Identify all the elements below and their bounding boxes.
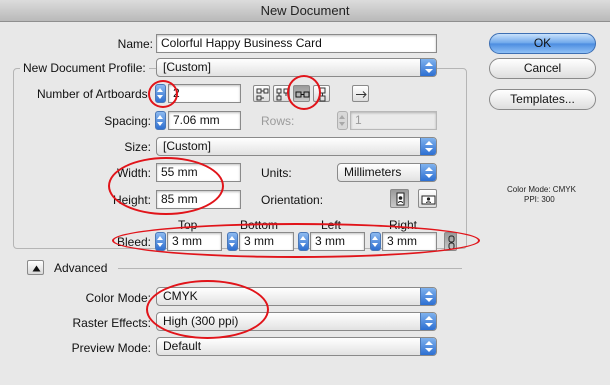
profile-label: New Document Profile: — [20, 61, 149, 75]
raster-effects-label: Raster Effects: — [72, 316, 151, 330]
profile-select[interactable]: [Custom] — [156, 58, 437, 77]
select-arrows-icon — [420, 313, 436, 330]
width-field[interactable]: 55 mm — [156, 163, 241, 182]
spacing-stepper[interactable] — [155, 111, 166, 130]
bleed-bottom-field[interactable]: 3 mm — [239, 232, 294, 251]
units-select-value: Millimeters — [344, 165, 402, 179]
height-label: Height: — [112, 193, 151, 207]
orientation-label: Orientation: — [261, 193, 324, 207]
bleed-bottom-stepper[interactable] — [227, 232, 238, 251]
bleed-top-field[interactable]: 3 mm — [167, 232, 222, 251]
units-label: Units: — [261, 166, 292, 180]
arrange-by-column-icon[interactable] — [313, 85, 330, 102]
advanced-label: Advanced — [54, 261, 108, 275]
name-label: Name: — [117, 37, 153, 51]
select-arrows-icon — [420, 288, 436, 305]
window-title: New Document — [260, 3, 350, 18]
color-mode-label: Color Mode: — [85, 291, 151, 305]
name-field[interactable]: Colorful Happy Business Card — [156, 34, 437, 53]
layout-direction-icon[interactable] — [352, 85, 369, 102]
select-arrows-icon — [420, 138, 436, 155]
bleed-top-label: Top — [178, 218, 198, 232]
units-select[interactable]: Millimeters — [337, 163, 437, 182]
advanced-divider — [118, 268, 462, 269]
ok-button[interactable]: OK — [489, 33, 596, 54]
select-arrows-icon — [420, 59, 436, 76]
templates-button[interactable]: Templates... — [489, 89, 596, 110]
info-color-mode: Color Mode: CMYK — [507, 185, 576, 194]
artboards-stepper[interactable] — [155, 84, 166, 103]
landscape-orientation-icon[interactable] — [418, 189, 437, 208]
bleed-right-label: Right — [389, 218, 418, 232]
bleed-top-stepper[interactable] — [155, 232, 166, 251]
preview-mode-select[interactable]: Default — [156, 337, 437, 356]
arrange-by-row-icon[interactable] — [293, 85, 310, 102]
info-ppi: PPI: 300 — [524, 195, 555, 204]
link-bleed-icon[interactable] — [444, 232, 457, 251]
height-field[interactable]: 85 mm — [156, 190, 241, 209]
bleed-left-stepper[interactable] — [298, 232, 309, 251]
rows-stepper — [337, 111, 348, 130]
color-mode-select[interactable]: CMYK — [156, 287, 437, 306]
select-arrows-icon — [420, 164, 436, 181]
preview-mode-select-value: Default — [163, 339, 202, 353]
size-select[interactable]: [Custom] — [156, 137, 437, 156]
grid-by-row-icon[interactable] — [253, 85, 270, 102]
artboards-field[interactable]: 2 — [168, 84, 241, 103]
bleed-label: Bleed: — [116, 235, 151, 249]
rows-label: Rows: — [261, 114, 295, 128]
bleed-right-stepper[interactable] — [370, 232, 381, 251]
profile-select-value: [Custom] — [163, 60, 212, 74]
preview-mode-label: Preview Mode: — [71, 341, 151, 355]
cancel-button[interactable]: Cancel — [489, 58, 596, 79]
window-titlebar: New Document — [0, 0, 610, 22]
raster-effects-select[interactable]: High (300 ppi) — [156, 312, 437, 331]
color-mode-select-value: CMYK — [163, 289, 198, 303]
size-select-value: [Custom] — [163, 139, 212, 153]
select-arrows-icon — [420, 338, 436, 355]
spacing-field[interactable]: 7.06 mm — [168, 111, 241, 130]
grid-by-column-icon[interactable] — [273, 85, 290, 102]
width-label: Width: — [116, 166, 151, 180]
bleed-right-field[interactable]: 3 mm — [382, 232, 437, 251]
bleed-left-label: Left — [321, 218, 342, 232]
raster-effects-select-value: High (300 ppi) — [163, 314, 239, 328]
advanced-toggle[interactable] — [27, 260, 44, 275]
spacing-label: Spacing: — [104, 114, 151, 128]
document-info: Color Mode: CMYK PPI: 300 — [507, 185, 576, 205]
size-label: Size: — [124, 140, 151, 154]
bleed-bottom-label: Bottom — [240, 218, 279, 232]
portrait-orientation-icon[interactable] — [390, 189, 409, 208]
artboards-label: Number of Artboards: — [36, 87, 151, 101]
rows-field: 1 — [350, 111, 437, 130]
bleed-left-field[interactable]: 3 mm — [310, 232, 365, 251]
